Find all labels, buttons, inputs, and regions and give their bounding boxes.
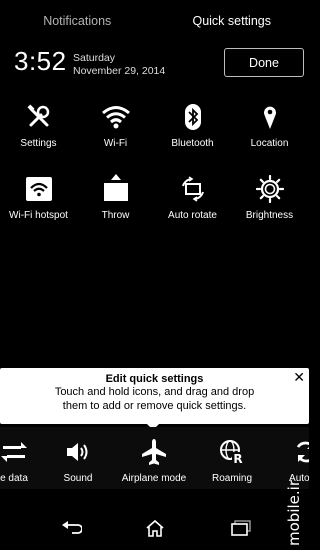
navigation-bar	[0, 507, 309, 550]
brightness-icon	[231, 172, 308, 206]
throw-icon	[77, 172, 154, 206]
tooltip-line-1: Touch and hold icons, and drag and drop	[54, 386, 255, 398]
tile-location[interactable]: Location	[231, 100, 308, 149]
tray-label: Roaming	[211, 473, 253, 484]
home-button[interactable]	[142, 515, 168, 541]
date-day: Saturday	[73, 52, 116, 64]
clock-time: 3:52	[14, 46, 67, 76]
tile-label: Bluetooth	[171, 138, 214, 149]
home-icon	[146, 519, 164, 537]
back-button[interactable]	[58, 515, 84, 541]
location-pin-icon	[231, 100, 308, 134]
tile-bluetooth[interactable]: Bluetooth	[154, 100, 231, 149]
svg-text:R: R	[233, 452, 242, 465]
tray-item-sound[interactable]: Sound	[42, 435, 114, 484]
back-icon	[62, 521, 82, 534]
tray-label: Sound	[63, 473, 93, 484]
auto-rotate-icon	[154, 172, 231, 206]
tile-throw[interactable]: Throw	[77, 172, 154, 221]
tile-label: Location	[250, 138, 289, 149]
roaming-icon: R	[196, 435, 268, 469]
tab-quick-settings[interactable]: Quick settings	[155, 0, 310, 44]
tray-item-auto-sync[interactable]: Auto-sy	[270, 435, 309, 484]
watermark: mobile.ir	[282, 478, 306, 548]
tooltip-title: Edit quick settings	[105, 373, 204, 385]
tile-wifi-hotspot[interactable]: Wi-Fi hotspot	[0, 172, 77, 221]
wifi-icon	[77, 100, 154, 134]
tile-settings[interactable]: Settings	[0, 100, 77, 149]
recent-apps-icon	[231, 520, 251, 536]
tile-brightness[interactable]: Brightness	[231, 172, 308, 221]
date-full: November 29, 2014	[73, 64, 166, 77]
airplane-icon	[118, 435, 190, 469]
tray-item-roaming[interactable]: R Roaming	[196, 435, 268, 484]
panel-tabs: Notifications Quick settings	[0, 0, 309, 44]
tab-notifications[interactable]: Notifications	[0, 0, 155, 44]
tile-label: Brightness	[245, 210, 294, 221]
wifi-hotspot-icon	[0, 172, 77, 206]
recent-apps-button[interactable]	[228, 515, 254, 541]
date-display: Saturday November 29, 2014	[73, 52, 165, 77]
edit-quick-settings-tooltip: Edit quick settings Touch and hold icons…	[0, 368, 309, 430]
done-button[interactable]: Done	[224, 48, 304, 77]
close-icon[interactable]: ✕	[293, 370, 305, 386]
tray-label: Airplane mode	[121, 473, 187, 484]
sync-icon	[270, 435, 309, 469]
tile-label: Wi-Fi	[103, 138, 128, 149]
tray-item-airplane-mode[interactable]: Airplane mode	[118, 435, 190, 484]
tile-label: Settings	[20, 138, 57, 149]
tooltip-line-2: them to add or remove quick settings.	[62, 400, 247, 412]
speaker-icon	[42, 435, 114, 469]
tile-wifi[interactable]: Wi-Fi	[77, 100, 154, 149]
tile-label: Wi-Fi hotspot	[9, 210, 68, 221]
watermark-text: mobile.ir	[285, 480, 303, 546]
tile-auto-rotate[interactable]: Auto rotate	[154, 172, 231, 221]
bluetooth-icon	[154, 100, 231, 134]
tile-label: Auto rotate	[168, 210, 217, 221]
quick-settings-tray: e data Sound Airplane mode R Roaming Aut…	[0, 427, 309, 489]
tile-label: Throw	[101, 210, 130, 221]
tools-icon	[0, 100, 77, 134]
